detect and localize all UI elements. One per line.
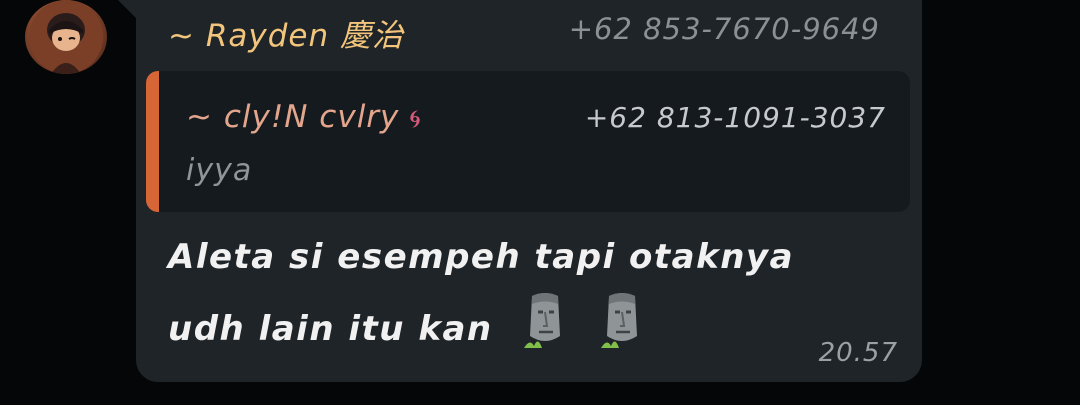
quoted-message[interactable]: ~ cly!N cvlry 🌀︎ +62 813-1091-3037 iyya [146, 71, 910, 212]
message-line-1: Aleta si esempeh tapi otaknya [168, 237, 795, 277]
message-line-2: udh lain itu kan [168, 290, 868, 362]
chat-screen: ~ Rayden 慶治 +62 853-7670-9649 ~ cly!N cv… [0, 0, 1080, 405]
message-text: Aleta si esempeh tapi otaknya udh lain i… [168, 224, 868, 362]
avatar-image [29, 0, 103, 74]
quote-accent-bar [146, 71, 159, 212]
quoted-sender: ~ cly!N cvlry 🌀︎ [186, 99, 422, 135]
bubble-tail [118, 0, 138, 20]
message-timestamp: 20.57 [818, 338, 898, 368]
quoted-phone: +62 813-1091-3037 [584, 101, 886, 134]
sender-avatar[interactable] [25, 0, 107, 74]
quoted-sender-name: ~ cly!N cvlry [186, 99, 400, 135]
sender-header: ~ Rayden 慶治 +62 853-7670-9649 [168, 10, 888, 54]
spiral-icon: 🌀︎ [409, 105, 422, 133]
moai-emoji [523, 293, 560, 348]
sender-name[interactable]: ~ Rayden 慶治 [168, 10, 404, 55]
message-line-2-text: udh lain itu kan [168, 309, 493, 349]
quoted-text: iyya [186, 153, 253, 188]
moai-emoji [601, 293, 638, 348]
sender-phone: +62 853-7670-9649 [568, 12, 880, 46]
